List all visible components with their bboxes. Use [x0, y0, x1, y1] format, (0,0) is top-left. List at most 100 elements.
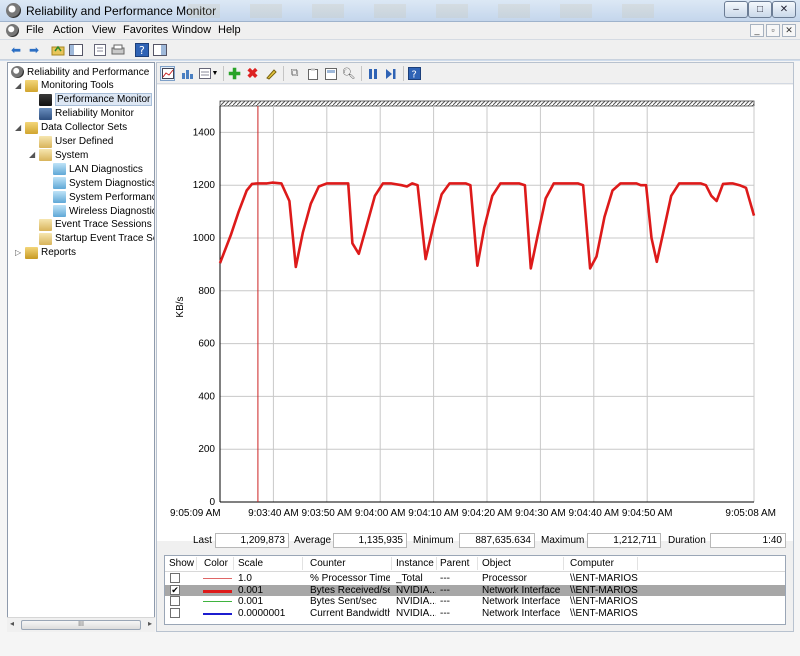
tree-item-reliability-and-performance[interactable]: Reliability and Performance — [11, 65, 149, 79]
child-close-button[interactable]: ✕ — [782, 24, 796, 37]
legend-parent: --- — [440, 573, 450, 584]
legend-parent: --- — [440, 584, 450, 596]
y-tick-label: 600 — [198, 339, 215, 350]
header-object[interactable]: Object — [482, 558, 511, 569]
svg-text:?: ? — [412, 70, 417, 81]
graph-type-dropdown-icon[interactable]: ▼ — [211, 66, 219, 81]
tree-item-system-performanc[interactable]: System Performanc — [53, 190, 154, 204]
delete-counter-icon[interactable]: ✖ — [245, 65, 260, 81]
tree-item-system[interactable]: System — [39, 148, 88, 162]
show-checkbox[interactable] — [170, 607, 180, 618]
x-tick-label: 9:03:40 AM — [248, 508, 299, 519]
maximize-button[interactable]: □ — [748, 1, 772, 18]
toolbar-separator — [403, 66, 404, 81]
header-color[interactable]: Color — [204, 558, 228, 569]
toolbar-separator — [223, 66, 224, 81]
menu-help[interactable]: Help — [218, 24, 241, 36]
up-folder-icon[interactable] — [50, 42, 66, 58]
tree-expander-icon[interactable]: ▷ — [15, 248, 21, 257]
properties-icon[interactable] — [92, 42, 108, 58]
navigation-tree[interactable]: Reliability and Performance ◢ Monitoring T… — [7, 62, 155, 632]
header-show[interactable]: Show — [169, 558, 194, 569]
tree-expander-icon[interactable]: ◢ — [29, 150, 35, 159]
tree-expander-icon[interactable]: ◢ — [15, 123, 21, 132]
legend-row[interactable]: 0.001 Bytes Sent/sec NVIDIA... --- Network I… — [165, 596, 785, 608]
header-counter[interactable]: Counter — [310, 558, 346, 569]
paste-counter-list-icon[interactable] — [305, 66, 320, 81]
header-parent[interactable]: Parent — [440, 558, 469, 569]
legend-row[interactable]: 0.0000001 Current Bandwidth NVIDIA... --- Ne… — [165, 607, 785, 620]
x-tick-label: 9:03:50 AM — [302, 508, 353, 519]
time-range-hatch — [219, 100, 755, 107]
legend-scale: 1.0 — [238, 573, 252, 584]
show-hide-tree-icon[interactable] — [68, 42, 84, 58]
scroll-right-icon[interactable]: ▸ — [148, 619, 152, 628]
tree-item-wireless-diagnostic[interactable]: Wireless Diagnostic — [53, 204, 154, 218]
freeze-display-icon[interactable] — [365, 66, 380, 81]
scroll-thumb[interactable]: III — [21, 620, 141, 630]
legend-counter: Bytes Sent/sec — [310, 596, 377, 607]
forward-icon[interactable]: ➡ — [26, 42, 42, 58]
header-scale[interactable]: Scale — [238, 558, 263, 569]
tree-item-reliability-monitor[interactable]: Reliability Monitor — [39, 107, 134, 121]
zoom-icon[interactable]: 🔍︎ — [341, 66, 356, 81]
minimize-button[interactable]: – — [724, 1, 748, 18]
tree-item-lan-diagnostics[interactable]: LAN Diagnostics — [53, 162, 143, 176]
tree-item-reports[interactable]: Reports — [25, 246, 76, 260]
change-graph-type-icon[interactable] — [197, 66, 212, 81]
tree-item-user-defined[interactable]: User Defined — [39, 135, 113, 149]
column-divider — [637, 557, 638, 570]
show-checkbox[interactable]: ✔ — [170, 584, 180, 595]
tree-expander-icon[interactable]: ◢ — [15, 81, 21, 90]
column-divider — [196, 557, 197, 570]
toolbar-separator — [361, 66, 362, 81]
y-tick-label: 1000 — [193, 233, 216, 244]
tree-item-startup-event-trace-ses[interactable]: Startup Event Trace Ses — [39, 232, 154, 246]
menu-view[interactable]: View — [92, 24, 116, 36]
highlight-icon[interactable] — [263, 66, 278, 81]
menu-window[interactable]: Window — [172, 24, 211, 36]
scroll-left-icon[interactable]: ◂ — [10, 619, 14, 628]
view-graph-icon[interactable] — [160, 66, 175, 81]
view-histogram-icon[interactable] — [179, 66, 194, 81]
update-data-icon[interactable] — [383, 66, 398, 81]
collector-icon — [53, 191, 66, 204]
tree-item-performance-monitor[interactable]: Performance Monitor — [39, 93, 153, 107]
help-icon[interactable]: ? — [407, 66, 422, 81]
add-counter-icon[interactable]: ✚ — [227, 66, 242, 83]
counter-legend[interactable]: Show Color Scale Counter Instance Parent… — [164, 555, 786, 625]
tree-item-system-diagnostics[interactable]: System Diagnostics — [53, 176, 155, 190]
y-tick-label: 0 — [209, 497, 215, 508]
properties-icon[interactable] — [323, 66, 338, 81]
help-icon[interactable]: ? — [134, 42, 150, 58]
menu-favorites[interactable]: Favorites — [123, 24, 168, 36]
action-pane-icon[interactable] — [152, 42, 168, 58]
average-value: 1,135,935 — [333, 533, 407, 548]
close-button[interactable]: ✕ — [772, 1, 796, 18]
reliability-chart-icon — [39, 107, 52, 120]
tree-item-monitoring-tools[interactable]: Monitoring Tools — [25, 79, 114, 93]
tree-item-data-collector-sets[interactable]: Data Collector Sets — [25, 121, 127, 135]
system-menu-icon[interactable] — [6, 24, 19, 37]
tree-horizontal-scrollbar[interactable]: ◂ III ▸ — [7, 617, 155, 632]
legend-parent: --- — [440, 596, 450, 607]
header-instance[interactable]: Instance — [396, 558, 434, 569]
menu-action[interactable]: Action — [53, 24, 84, 36]
performance-graph[interactable]: 0 200 400 600 800 1000 1200 1400 9:05:09 AM 9:03:… — [157, 85, 793, 541]
tree-item-label: System Diagnostics — [69, 177, 155, 189]
child-minimize-button[interactable]: _ — [750, 24, 764, 37]
legend-row[interactable]: ✔ 0.001 Bytes Received/sec NVIDIA... --- Netw… — [165, 584, 785, 596]
show-checkbox[interactable] — [170, 596, 180, 606]
menu-file[interactable]: File — [26, 24, 44, 36]
trace-icon — [39, 232, 52, 245]
copy-properties-icon[interactable]: ⧉ — [287, 66, 302, 81]
header-computer[interactable]: Computer — [570, 558, 614, 569]
tree-item-event-trace-sessions[interactable]: Event Trace Sessions — [39, 218, 152, 232]
back-icon[interactable]: ⬅ — [8, 42, 24, 58]
legend-row[interactable]: 1.0 % Processor Time _Total --- Processor \\E… — [165, 573, 785, 585]
color-swatch — [203, 578, 232, 579]
print-icon[interactable] — [110, 42, 126, 58]
child-restore-button[interactable]: ▫ — [766, 24, 780, 37]
column-divider — [436, 557, 437, 570]
show-checkbox[interactable] — [170, 573, 180, 583]
